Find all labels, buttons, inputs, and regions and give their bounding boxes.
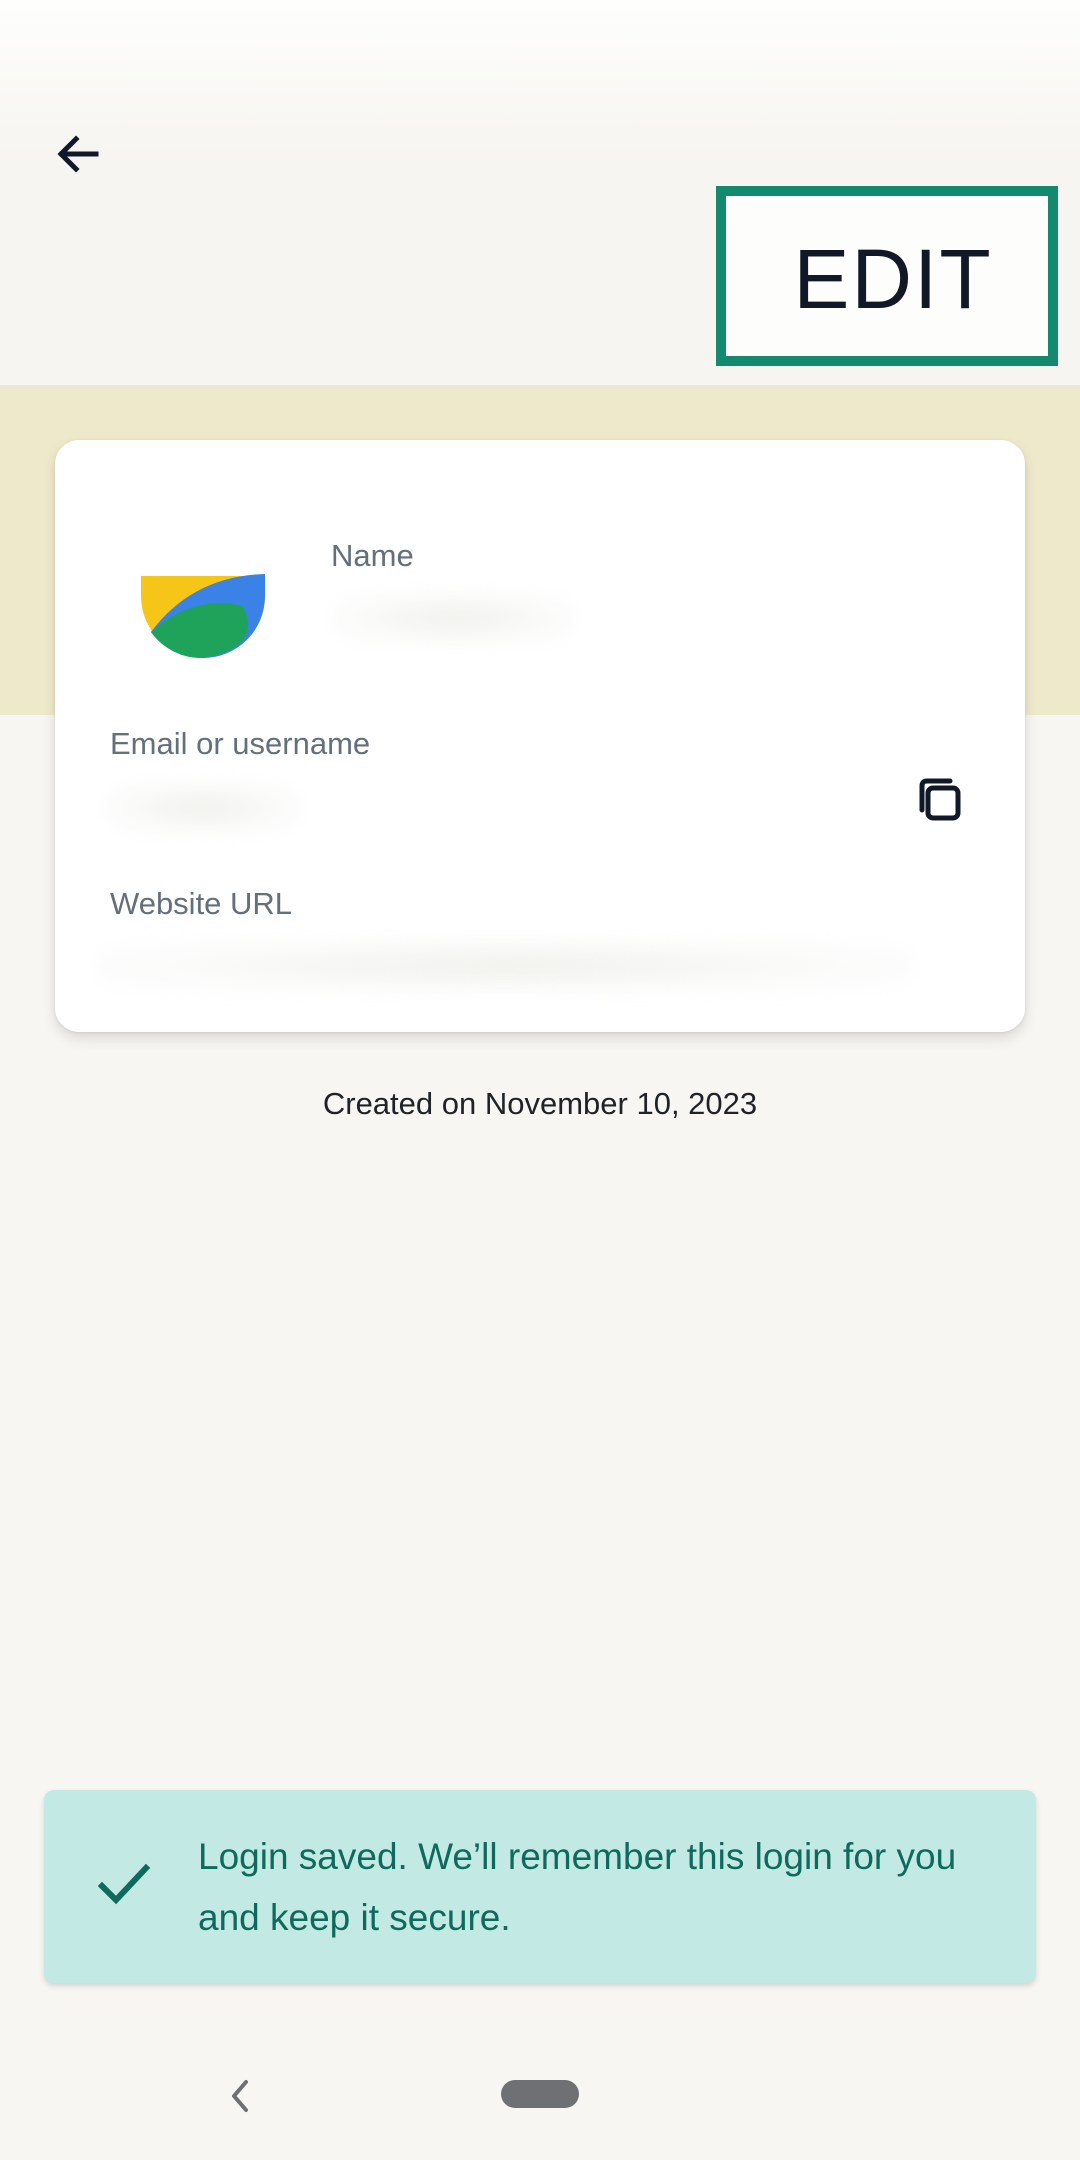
edit-button[interactable]: EDIT [716, 186, 1058, 366]
back-button[interactable] [42, 118, 114, 190]
top-app-bar: EDIT [0, 0, 1080, 387]
snackbar: Login saved. We’ll remember this login f… [44, 1790, 1036, 1983]
name-value [331, 590, 577, 646]
copy-button[interactable] [900, 760, 980, 840]
arrow-left-icon [57, 135, 99, 173]
home-pill[interactable] [501, 2080, 579, 2108]
copy-icon [919, 778, 961, 821]
check-icon [97, 1863, 151, 1905]
website-url-value[interactable] [95, 938, 915, 994]
created-date: Created on November 10, 2023 [322, 1086, 758, 1121]
nav-back-button[interactable] [218, 2074, 262, 2118]
website-url-label: Website URL [110, 886, 293, 921]
chevron-left-icon [232, 2080, 248, 2112]
email-label: Email or username [110, 726, 371, 761]
email-value[interactable] [103, 780, 303, 836]
name-label: Name [331, 538, 414, 573]
edit-button-label: EDIT [793, 231, 993, 326]
snackbar-message: Login saved. We’ll remember this login f… [198, 1836, 957, 1938]
login-details-card: Name Email or username Website URL [55, 440, 1025, 1032]
app-logo [133, 536, 265, 659]
